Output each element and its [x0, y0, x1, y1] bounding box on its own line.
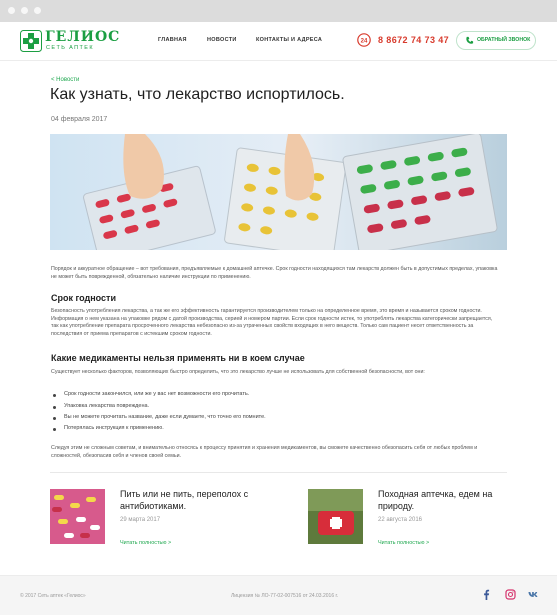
site-header: ГЕЛИОС СЕТЬ АПТЕК ГЛАВНАЯ НОВОСТИ КОНТАК…: [0, 22, 557, 61]
callback-button[interactable]: ОБРАТНЫЙ ЗВОНОК: [456, 31, 536, 50]
phone-icon: [466, 36, 474, 44]
logo-name: ГЕЛИОС: [45, 29, 121, 45]
factors-paragraph: Существует несколько факторов, позволяющ…: [51, 369, 425, 375]
phone-badge: 24: [361, 38, 368, 44]
expiry-paragraph: Безопасность употребления лекарства, а т…: [51, 308, 493, 337]
intro-paragraph: Порядок и аккуратное обращение – вот тре…: [51, 266, 498, 280]
list-item: Потерялась инструкция к применению.: [64, 425, 164, 431]
related-title[interactable]: Походная аптечка, едем на природу.: [378, 489, 513, 512]
pharmacy-cross-icon: [20, 30, 42, 52]
bullet-icon: [53, 417, 56, 420]
section-heading-expiry: Срок годности: [51, 293, 116, 303]
bullet-icon: [53, 406, 56, 409]
section-heading-forbidden: Какие медикаменты нельзя применять ни в …: [51, 353, 305, 363]
copyright: © 2017 Сеть аптек «Гелиос»: [20, 593, 86, 599]
window-dot-icon: [21, 7, 28, 14]
list-item: Упаковка лекарства повреждена.: [64, 403, 150, 409]
article-date: 04 февраля 2017: [51, 116, 108, 123]
related-title[interactable]: Пить или не пить, переполох с антибиотик…: [120, 489, 270, 512]
related-date: 22 августа 2016: [378, 517, 423, 523]
nav-item-home[interactable]: ГЛАВНАЯ: [158, 37, 187, 43]
read-more-link[interactable]: Читать полностью >: [120, 540, 171, 546]
page-title: Как узнать, что лекарство испортилось.: [50, 86, 345, 103]
nav-item-news[interactable]: НОВОСТИ: [207, 37, 237, 43]
nav-item-contacts[interactable]: КОНТАКТЫ И АДРЕСА: [256, 37, 322, 43]
window-dot-icon: [8, 7, 15, 14]
instagram-icon[interactable]: [505, 589, 516, 600]
bullet-icon: [53, 428, 56, 431]
outro-paragraph: Следуя этим не сложным советам, и внимат…: [51, 445, 478, 459]
window-dot-icon: [34, 7, 41, 14]
related-date: 29 марта 2017: [120, 517, 161, 523]
site-footer: © 2017 Сеть аптек «Гелиос» Лицензия № ЛО…: [0, 575, 557, 615]
logo-subtitle: СЕТЬ АПТЕК: [46, 45, 94, 51]
divider: [50, 472, 507, 473]
breadcrumb[interactable]: < Новости: [51, 77, 79, 83]
hero-image: [50, 134, 507, 250]
list-item: Срок годности закончился, или же у вас н…: [64, 391, 250, 397]
callback-label: ОБРАТНЫЙ ЗВОНОК: [477, 37, 531, 43]
phone-number[interactable]: 8 8672 74 73 47: [378, 35, 449, 45]
browser-chrome: [0, 0, 557, 22]
bullet-icon: [53, 394, 56, 397]
related-thumbnail[interactable]: [308, 489, 363, 544]
logo[interactable]: ГЕЛИОС СЕТЬ АПТЕК: [20, 28, 120, 54]
vk-icon[interactable]: [528, 589, 539, 600]
phone-24-icon: 24: [357, 33, 371, 47]
related-thumbnail[interactable]: [50, 489, 105, 544]
list-item: Вы не можете прочитать название, даже ес…: [64, 414, 266, 420]
page: ГЕЛИОС СЕТЬ АПТЕК ГЛАВНАЯ НОВОСТИ КОНТАК…: [0, 22, 557, 615]
read-more-link[interactable]: Читать полностью >: [378, 540, 429, 546]
license-text: Лицензия № ЛО-77-02-007516 от 24.03.2016…: [231, 593, 339, 599]
facebook-icon[interactable]: [481, 589, 492, 600]
